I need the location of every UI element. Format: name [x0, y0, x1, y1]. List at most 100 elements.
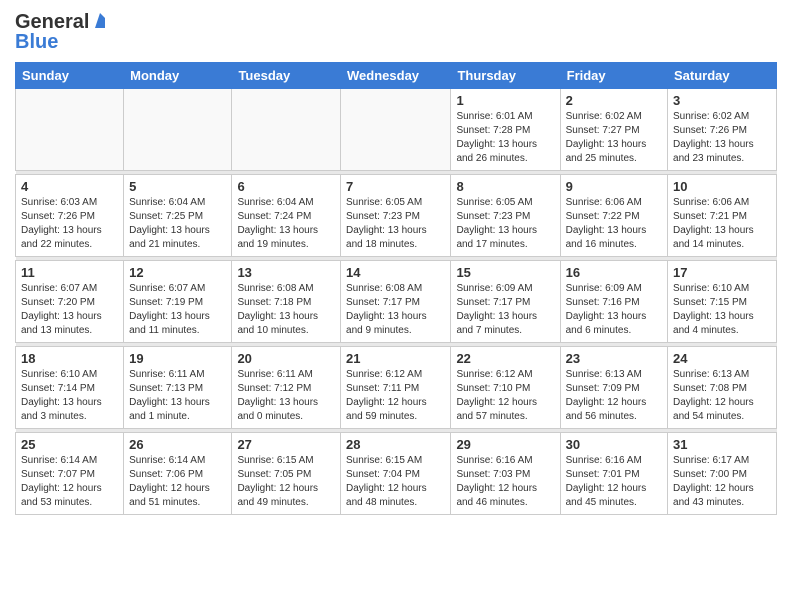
calendar-cell — [16, 89, 124, 171]
calendar-week-1: 1 Sunrise: 6:01 AM Sunset: 7:28 PM Daylig… — [16, 89, 777, 171]
day-number: 23 — [566, 351, 662, 366]
day-info: Sunrise: 6:06 AM Sunset: 7:21 PM Dayligh… — [673, 196, 771, 252]
day-number: 8 — [456, 179, 554, 194]
day-info: Sunrise: 6:17 AM Sunset: 7:00 PM Dayligh… — [673, 454, 771, 510]
day-number: 14 — [346, 265, 445, 280]
calendar-cell: 29 Sunrise: 6:16 AM Sunset: 7:03 PM Dayli… — [451, 433, 560, 515]
day-info: Sunrise: 6:16 AM Sunset: 7:01 PM Dayligh… — [566, 454, 662, 510]
day-number: 1 — [456, 93, 554, 108]
day-info: Sunrise: 6:02 AM Sunset: 7:26 PM Dayligh… — [673, 110, 771, 166]
calendar-cell: 14 Sunrise: 6:08 AM Sunset: 7:17 PM Dayli… — [341, 261, 451, 343]
calendar-cell: 1 Sunrise: 6:01 AM Sunset: 7:28 PM Daylig… — [451, 89, 560, 171]
calendar-cell: 17Sunrise: 6:10 AM Sunset: 7:15 PM Dayli… — [668, 261, 777, 343]
calendar-cell: 22 Sunrise: 6:12 AM Sunset: 7:10 PM Dayli… — [451, 347, 560, 429]
day-number: 10 — [673, 179, 771, 194]
calendar-week-4: 18 Sunrise: 6:10 AM Sunset: 7:14 PM Dayli… — [16, 347, 777, 429]
calendar-cell: 19 Sunrise: 6:11 AM Sunset: 7:13 PM Dayli… — [124, 347, 232, 429]
calendar-cell: 30 Sunrise: 6:16 AM Sunset: 7:01 PM Dayli… — [560, 433, 667, 515]
calendar-cell: 2 Sunrise: 6:02 AM Sunset: 7:27 PM Daylig… — [560, 89, 667, 171]
calendar-header-wednesday: Wednesday — [341, 63, 451, 89]
day-number: 25 — [21, 437, 118, 452]
page-header: General Blue — [15, 10, 777, 54]
calendar-header-sunday: Sunday — [16, 63, 124, 89]
day-info: Sunrise: 6:10 AM Sunset: 7:14 PM Dayligh… — [21, 368, 118, 424]
calendar-cell: 16 Sunrise: 6:09 AM Sunset: 7:16 PM Dayli… — [560, 261, 667, 343]
calendar-cell: 10 Sunrise: 6:06 AM Sunset: 7:21 PM Dayli… — [668, 175, 777, 257]
day-info: Sunrise: 6:14 AM Sunset: 7:06 PM Dayligh… — [129, 454, 226, 510]
calendar-header-row: SundayMondayTuesdayWednesdayThursdayFrid… — [16, 63, 777, 89]
day-number: 7 — [346, 179, 445, 194]
day-number: 2 — [566, 93, 662, 108]
calendar-cell: 12 Sunrise: 6:07 AM Sunset: 7:19 PM Dayli… — [124, 261, 232, 343]
day-number: 4 — [21, 179, 118, 194]
day-number: 24 — [673, 351, 771, 366]
day-info: Sunrise: 6:05 AM Sunset: 7:23 PM Dayligh… — [346, 196, 445, 252]
calendar-header-thursday: Thursday — [451, 63, 560, 89]
day-info: Sunrise: 6:11 AM Sunset: 7:12 PM Dayligh… — [237, 368, 335, 424]
day-number: 30 — [566, 437, 662, 452]
calendar-week-2: 4 Sunrise: 6:03 AM Sunset: 7:26 PM Daylig… — [16, 175, 777, 257]
day-number: 11 — [21, 265, 118, 280]
day-info: Sunrise: 6:14 AM Sunset: 7:07 PM Dayligh… — [21, 454, 118, 510]
calendar-cell: 26 Sunrise: 6:14 AM Sunset: 7:06 PM Dayli… — [124, 433, 232, 515]
day-info: Sunrise: 6:09 AM Sunset: 7:17 PM Dayligh… — [456, 282, 554, 338]
day-number: 5 — [129, 179, 226, 194]
calendar-cell: 24 Sunrise: 6:13 AM Sunset: 7:08 PM Dayli… — [668, 347, 777, 429]
calendar-header-tuesday: Tuesday — [232, 63, 341, 89]
calendar-week-5: 25 Sunrise: 6:14 AM Sunset: 7:07 PM Dayli… — [16, 433, 777, 515]
calendar-cell: 13Sunrise: 6:08 AM Sunset: 7:18 PM Dayli… — [232, 261, 341, 343]
day-number: 18 — [21, 351, 118, 366]
calendar-cell: 4 Sunrise: 6:03 AM Sunset: 7:26 PM Daylig… — [16, 175, 124, 257]
day-number: 3 — [673, 93, 771, 108]
day-number: 22 — [456, 351, 554, 366]
day-number: 27 — [237, 437, 335, 452]
calendar-cell: 8 Sunrise: 6:05 AM Sunset: 7:23 PM Daylig… — [451, 175, 560, 257]
logo-arrow — [91, 12, 109, 35]
calendar-header-saturday: Saturday — [668, 63, 777, 89]
day-number: 29 — [456, 437, 554, 452]
calendar-cell: 27Sunrise: 6:15 AM Sunset: 7:05 PM Dayli… — [232, 433, 341, 515]
day-info: Sunrise: 6:04 AM Sunset: 7:25 PM Dayligh… — [129, 196, 226, 252]
day-info: Sunrise: 6:07 AM Sunset: 7:20 PM Dayligh… — [21, 282, 118, 338]
day-info: Sunrise: 6:09 AM Sunset: 7:16 PM Dayligh… — [566, 282, 662, 338]
calendar-cell: 5 Sunrise: 6:04 AM Sunset: 7:25 PM Daylig… — [124, 175, 232, 257]
calendar-cell: 21Sunrise: 6:12 AM Sunset: 7:11 PM Dayli… — [341, 347, 451, 429]
day-info: Sunrise: 6:13 AM Sunset: 7:08 PM Dayligh… — [673, 368, 771, 424]
day-number: 9 — [566, 179, 662, 194]
calendar-cell: 31Sunrise: 6:17 AM Sunset: 7:00 PM Dayli… — [668, 433, 777, 515]
day-info: Sunrise: 6:05 AM Sunset: 7:23 PM Dayligh… — [456, 196, 554, 252]
day-info: Sunrise: 6:04 AM Sunset: 7:24 PM Dayligh… — [237, 196, 335, 252]
calendar-cell: 9 Sunrise: 6:06 AM Sunset: 7:22 PM Daylig… — [560, 175, 667, 257]
calendar-cell: 25 Sunrise: 6:14 AM Sunset: 7:07 PM Dayli… — [16, 433, 124, 515]
day-info: Sunrise: 6:12 AM Sunset: 7:10 PM Dayligh… — [456, 368, 554, 424]
day-info: Sunrise: 6:06 AM Sunset: 7:22 PM Dayligh… — [566, 196, 662, 252]
calendar-cell: 7 Sunrise: 6:05 AM Sunset: 7:23 PM Daylig… — [341, 175, 451, 257]
day-number: 26 — [129, 437, 226, 452]
day-info: Sunrise: 6:11 AM Sunset: 7:13 PM Dayligh… — [129, 368, 226, 424]
day-info: Sunrise: 6:08 AM Sunset: 7:17 PM Dayligh… — [346, 282, 445, 338]
calendar-week-3: 11 Sunrise: 6:07 AM Sunset: 7:20 PM Dayli… — [16, 261, 777, 343]
day-number: 12 — [129, 265, 226, 280]
day-info: Sunrise: 6:03 AM Sunset: 7:26 PM Dayligh… — [21, 196, 118, 252]
day-number: 17 — [673, 265, 771, 280]
day-info: Sunrise: 6:16 AM Sunset: 7:03 PM Dayligh… — [456, 454, 554, 510]
calendar-cell: 15 Sunrise: 6:09 AM Sunset: 7:17 PM Dayli… — [451, 261, 560, 343]
day-number: 19 — [129, 351, 226, 366]
day-info: Sunrise: 6:07 AM Sunset: 7:19 PM Dayligh… — [129, 282, 226, 338]
calendar-cell: 28Sunrise: 6:15 AM Sunset: 7:04 PM Dayli… — [341, 433, 451, 515]
calendar-header-friday: Friday — [560, 63, 667, 89]
day-info: Sunrise: 6:02 AM Sunset: 7:27 PM Dayligh… — [566, 110, 662, 166]
calendar-cell: 3 Sunrise: 6:02 AM Sunset: 7:26 PM Daylig… — [668, 89, 777, 171]
day-number: 6 — [237, 179, 335, 194]
calendar-cell: 11 Sunrise: 6:07 AM Sunset: 7:20 PM Dayli… — [16, 261, 124, 343]
day-number: 15 — [456, 265, 554, 280]
day-info: Sunrise: 6:12 AM Sunset: 7:11 PM Dayligh… — [346, 368, 445, 424]
logo: General Blue — [15, 10, 109, 54]
day-number: 16 — [566, 265, 662, 280]
day-info: Sunrise: 6:01 AM Sunset: 7:28 PM Dayligh… — [456, 110, 554, 166]
logo-blue: Blue — [15, 31, 58, 54]
calendar-cell: 6 Sunrise: 6:04 AM Sunset: 7:24 PM Daylig… — [232, 175, 341, 257]
calendar-header-monday: Monday — [124, 63, 232, 89]
calendar-cell: 18 Sunrise: 6:10 AM Sunset: 7:14 PM Dayli… — [16, 347, 124, 429]
calendar: SundayMondayTuesdayWednesdayThursdayFrid… — [15, 62, 777, 515]
